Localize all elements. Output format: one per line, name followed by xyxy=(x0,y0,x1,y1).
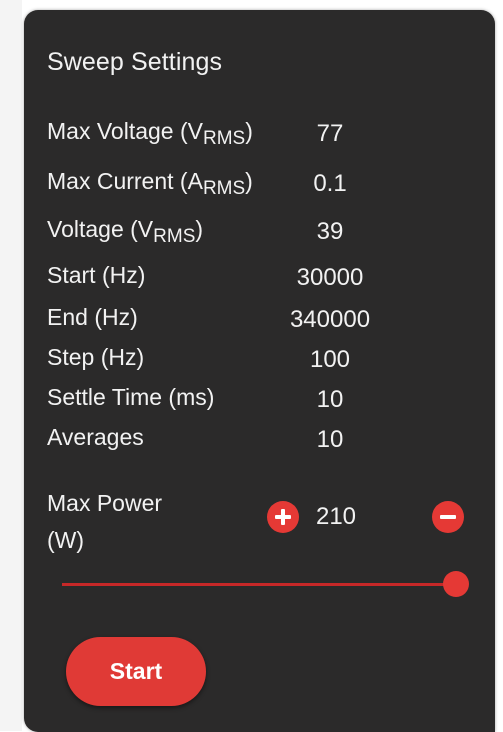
setting-value-settle-time[interactable]: 10 xyxy=(230,386,430,414)
setting-label-subscript: RMS xyxy=(153,226,196,247)
setting-label: Max Voltage (VRMS) xyxy=(47,118,253,148)
setting-value-averages[interactable]: 10 xyxy=(230,426,430,454)
max-power-slider-thumb[interactable] xyxy=(443,571,469,597)
max-power-slider-fill xyxy=(62,583,456,586)
setting-row-start: Start (Hz) 30000 xyxy=(47,262,467,292)
setting-row-end: End (Hz) 340000 xyxy=(47,304,467,334)
max-power-label-line1: Max Power xyxy=(47,490,163,516)
setting-label-text: Max Voltage (V xyxy=(47,118,203,144)
setting-label-text: Voltage (V xyxy=(47,216,154,242)
setting-row-max-voltage: Max Voltage (VRMS) 77 xyxy=(47,118,467,148)
setting-value-max-voltage[interactable]: 77 xyxy=(230,120,430,148)
start-button[interactable]: Start xyxy=(66,637,206,706)
setting-value-start[interactable]: 30000 xyxy=(230,264,430,292)
panel-title: Sweep Settings xyxy=(47,48,223,76)
setting-label: Max Current (ARMS) xyxy=(47,168,253,198)
setting-label-suffix: ) xyxy=(195,216,204,242)
setting-row-max-current: Max Current (ARMS) 0.1 xyxy=(47,168,467,198)
max-power-slider-track[interactable] xyxy=(62,583,456,586)
setting-label: Step (Hz) xyxy=(47,344,145,370)
setting-value-voltage[interactable]: 39 xyxy=(230,218,430,246)
setting-label: Start (Hz) xyxy=(47,262,146,288)
setting-value-end[interactable]: 340000 xyxy=(230,306,430,334)
setting-value-max-current[interactable]: 0.1 xyxy=(230,170,430,198)
setting-label: Voltage (VRMS) xyxy=(47,216,204,246)
setting-label: Averages xyxy=(47,424,144,450)
sweep-settings-panel: Sweep Settings Max Voltage (VRMS) 77 Max… xyxy=(24,10,495,732)
setting-value-step[interactable]: 100 xyxy=(230,346,430,374)
page-left-margin xyxy=(0,0,22,731)
setting-label-text: Max Current (A xyxy=(47,168,203,194)
setting-label: Settle Time (ms) xyxy=(47,384,215,410)
max-power-value: 210 xyxy=(315,503,357,530)
decrease-power-button[interactable] xyxy=(432,501,464,533)
setting-row-settle-time: Settle Time (ms) 10 xyxy=(47,384,467,414)
max-power-label-line2: (W) xyxy=(47,527,85,553)
setting-row-step: Step (Hz) 100 xyxy=(47,344,467,374)
setting-row-averages: Averages 10 xyxy=(47,424,467,454)
setting-label: End (Hz) xyxy=(47,304,138,330)
setting-row-voltage: Voltage (VRMS) 39 xyxy=(47,216,467,246)
increase-power-button[interactable] xyxy=(267,501,299,533)
max-power-label: Max Power (W) xyxy=(47,485,162,559)
